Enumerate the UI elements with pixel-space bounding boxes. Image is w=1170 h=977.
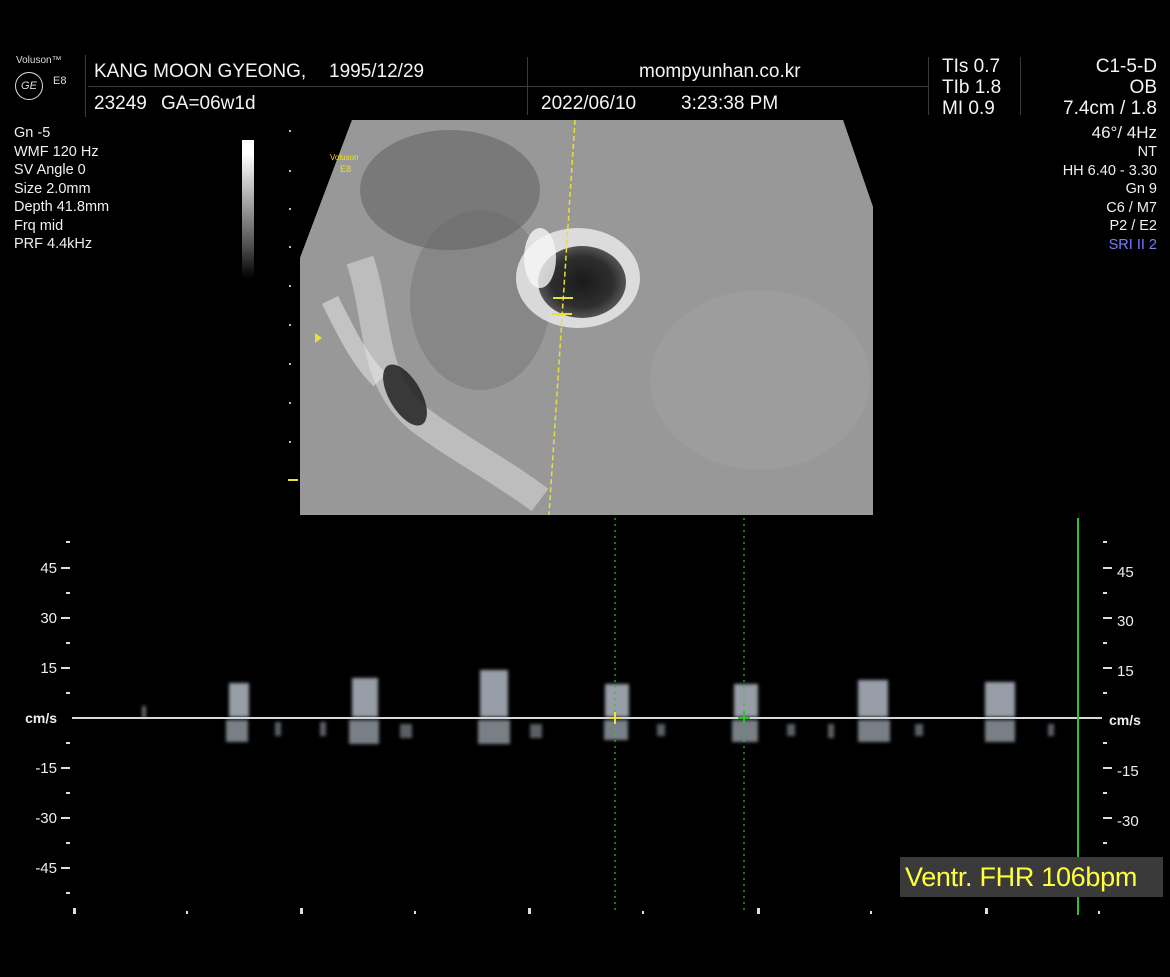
scale-label-right-neg15: -15 xyxy=(1117,763,1139,780)
scale-label-left-neg15: -15 xyxy=(35,760,57,777)
scale-label-right-30: 30 xyxy=(1117,613,1134,630)
scale-label-right-neg30: -30 xyxy=(1117,813,1139,830)
spectral-waveform xyxy=(142,670,1054,744)
scale-label-left-30: 30 xyxy=(40,610,57,627)
scale-unit-left: cm/s xyxy=(25,710,57,726)
scale-unit-right: cm/s xyxy=(1109,712,1141,728)
scale-label-left-neg30: -30 xyxy=(35,810,57,827)
scale-label-left-15: 15 xyxy=(40,660,57,677)
velocity-scale-left xyxy=(61,541,70,894)
measurement-result-text: Ventr. FHR 106bpm xyxy=(905,862,1138,892)
measurement-result-box: Ventr. FHR 106bpm xyxy=(900,857,1163,897)
scale-label-right-15: 15 xyxy=(1117,663,1134,680)
scale-label-left-45: 45 xyxy=(40,560,57,577)
velocity-scale-right xyxy=(1103,541,1112,844)
scale-label-left-neg45: -45 xyxy=(35,860,57,877)
scale-label-right-45: 45 xyxy=(1117,564,1134,581)
time-scale xyxy=(73,908,1100,914)
doppler-spectrum[interactable]: 45 30 15 cm/s -15 -30 -45 45 30 15 cm/s … xyxy=(0,0,1170,977)
